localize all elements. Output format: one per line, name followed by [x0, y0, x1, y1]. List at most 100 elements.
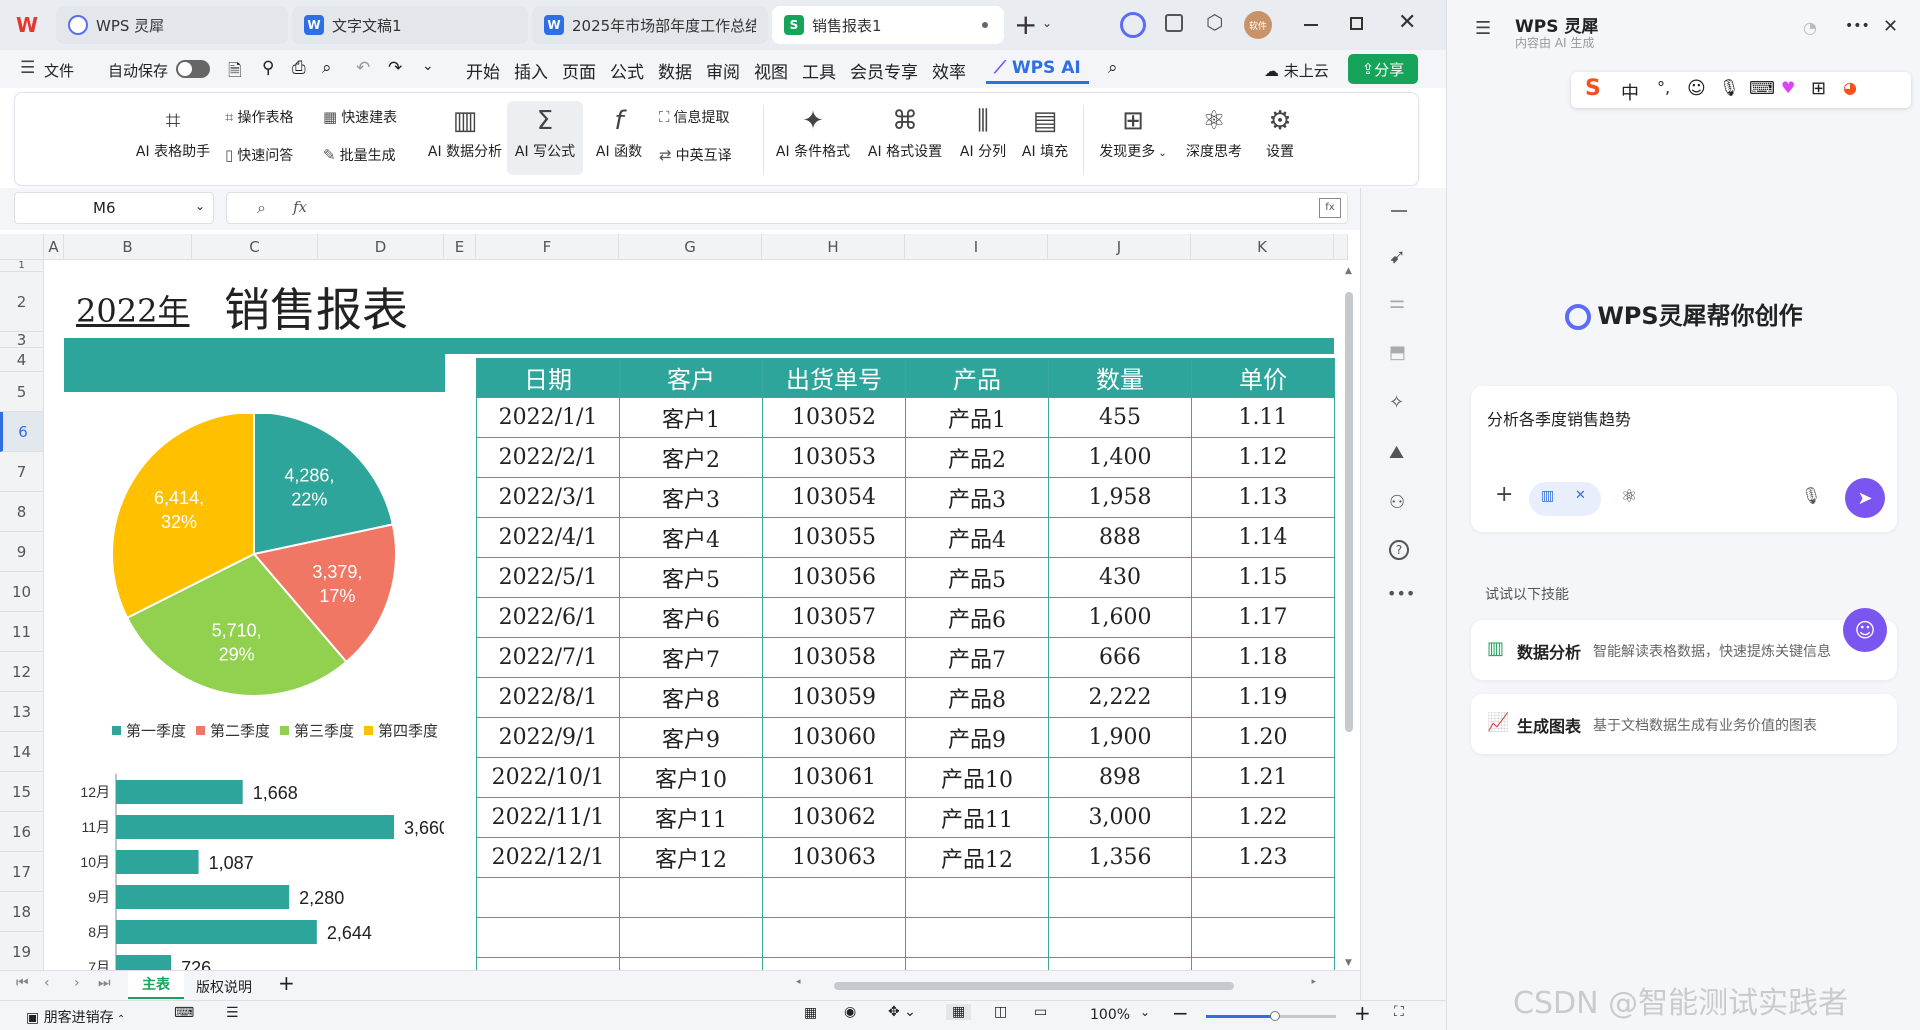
- menu-home[interactable]: 开始: [466, 58, 500, 83]
- ai-write-formula-button[interactable]: Σ AI 写公式: [507, 101, 583, 175]
- collapse-icon[interactable]: [1391, 210, 1407, 212]
- formula-input[interactable]: ⌕ fx fx: [226, 192, 1348, 224]
- report-year[interactable]: 2022年: [76, 286, 189, 332]
- deep-think-icon[interactable]: ⚛: [1621, 486, 1637, 507]
- row-header-17[interactable]: 17: [0, 852, 44, 892]
- menu-view[interactable]: 视图: [754, 58, 788, 83]
- skin-icon[interactable]: ♥: [1781, 78, 1795, 97]
- print-icon[interactable]: ⎙: [292, 58, 306, 78]
- inventory-status[interactable]: ▣ 朋客进销存 ⌃: [26, 1007, 125, 1027]
- last-sheet-icon[interactable]: ⏭: [98, 975, 111, 991]
- table-cell[interactable]: 1.22: [1192, 798, 1335, 838]
- corner-cell[interactable]: [0, 234, 44, 260]
- table-cell[interactable]: 产品2: [906, 438, 1049, 478]
- table-cell[interactable]: 客户1: [620, 398, 763, 438]
- table-cell[interactable]: 产品7: [906, 638, 1049, 678]
- zoom-search-icon[interactable]: ⌕: [257, 198, 266, 218]
- sliders-icon[interactable]: ⚌: [1389, 292, 1405, 313]
- table-cell[interactable]: 103058: [763, 638, 906, 678]
- empty-cell[interactable]: [763, 878, 906, 918]
- menu-tools[interactable]: 工具: [802, 58, 836, 83]
- emoji-icon[interactable]: ☺: [1687, 78, 1706, 99]
- table-cell[interactable]: 产品4: [906, 518, 1049, 558]
- row-header-5[interactable]: 5: [0, 372, 44, 412]
- table-cell[interactable]: 客户9: [620, 718, 763, 758]
- scroll-right-icon[interactable]: ▸: [1311, 977, 1316, 987]
- table-cell[interactable]: 产品9: [906, 718, 1049, 758]
- table-cell[interactable]: 1.12: [1192, 438, 1335, 478]
- empty-cell[interactable]: [1049, 878, 1192, 918]
- table-cell[interactable]: 产品6: [906, 598, 1049, 638]
- fullscreen-icon[interactable]: ⛶: [1394, 1004, 1404, 1020]
- operate-table-button[interactable]: ⌗ 操作表格: [225, 107, 293, 127]
- tab-sales-report[interactable]: S 销售报表1: [772, 6, 1004, 44]
- menu-review[interactable]: 审阅: [706, 58, 740, 83]
- menu-formula[interactable]: 公式: [610, 58, 644, 83]
- table-cell[interactable]: 产品12: [906, 838, 1049, 878]
- empty-cell[interactable]: [906, 958, 1049, 970]
- quick-build-button[interactable]: ▦ 快速建表: [323, 107, 397, 127]
- menu-page[interactable]: 页面: [562, 58, 596, 83]
- table-cell[interactable]: 455: [1049, 398, 1192, 438]
- table-cell[interactable]: 103060: [763, 718, 906, 758]
- table-cell[interactable]: 1,356: [1049, 838, 1192, 878]
- row-header-11[interactable]: 11: [0, 612, 44, 652]
- send-button[interactable]: ➤: [1845, 478, 1885, 518]
- row-header-18[interactable]: 18: [0, 892, 44, 932]
- mascot-icon[interactable]: ◕: [1843, 78, 1857, 97]
- prompt-input[interactable]: 分析各季度销售趋势: [1487, 406, 1631, 430]
- table-cell[interactable]: 1,600: [1049, 598, 1192, 638]
- empty-cell[interactable]: [763, 958, 906, 970]
- table-header-cell[interactable]: 数量: [1049, 358, 1192, 398]
- link-icon[interactable]: ⚲: [262, 58, 274, 78]
- punctuation-icon[interactable]: °,: [1657, 78, 1670, 97]
- sogou-s-icon[interactable]: S: [1585, 76, 1601, 101]
- table-cell[interactable]: 客户6: [620, 598, 763, 638]
- table-cell[interactable]: 2022/2/1: [477, 438, 620, 478]
- table-cell[interactable]: 客户11: [620, 798, 763, 838]
- table-cell[interactable]: 产品10: [906, 758, 1049, 798]
- vertical-scrollbar[interactable]: ▲ ▼: [1344, 266, 1354, 968]
- empty-cell[interactable]: [906, 918, 1049, 958]
- table-cell[interactable]: 2022/4/1: [477, 518, 620, 558]
- col-header-k[interactable]: K: [1191, 234, 1334, 260]
- history-icon[interactable]: ◔: [1803, 18, 1817, 37]
- table-cell[interactable]: 3,000: [1049, 798, 1192, 838]
- ai-fill-button[interactable]: ▤ AI 填充: [1017, 101, 1073, 161]
- data-analysis-chip[interactable]: ▥ ✕: [1529, 482, 1601, 516]
- table-cell[interactable]: 103062: [763, 798, 906, 838]
- table-cell[interactable]: 103055: [763, 518, 906, 558]
- book-icon[interactable]: ⚇: [1389, 492, 1405, 513]
- table-cell[interactable]: 1.19: [1192, 678, 1335, 718]
- skill-data-analysis[interactable]: ▥ 数据分析 智能解读表格数据，快速提炼关键信息: [1471, 620, 1897, 680]
- fx-icon[interactable]: fx: [293, 198, 307, 216]
- more-chevron-icon[interactable]: ⌄: [422, 58, 434, 74]
- menu-file[interactable]: 文件: [44, 60, 74, 81]
- translate-button[interactable]: ⇄ 中英互译: [659, 145, 732, 165]
- panel-close-icon[interactable]: ✕: [1883, 16, 1898, 37]
- preview-icon[interactable]: ⌕: [322, 58, 332, 78]
- chip-remove-icon[interactable]: ✕: [1575, 488, 1586, 503]
- voice-icon[interactable]: 🎙: [1801, 486, 1821, 505]
- table-cell[interactable]: 1.23: [1192, 838, 1335, 878]
- table-style-icon[interactable]: ▦: [804, 1005, 817, 1021]
- table-cell[interactable]: 2022/10/1: [477, 758, 620, 798]
- empty-cell[interactable]: [1192, 878, 1335, 918]
- row-header-12[interactable]: 12: [0, 652, 44, 692]
- row-header-9[interactable]: 9: [0, 532, 44, 572]
- table-cell[interactable]: 产品5: [906, 558, 1049, 598]
- avatar[interactable]: 软件: [1244, 11, 1272, 39]
- col-header-i[interactable]: I: [905, 234, 1048, 260]
- more-icon[interactable]: •••: [1845, 18, 1870, 34]
- row-header-15[interactable]: 15: [0, 772, 44, 812]
- row-header-2[interactable]: 2: [0, 272, 44, 332]
- zoom-out-icon[interactable]: −: [1172, 1001, 1189, 1025]
- search-icon[interactable]: ⌕: [1108, 58, 1118, 78]
- menu-data[interactable]: 数据: [658, 58, 692, 83]
- zoom-slider[interactable]: [1206, 1011, 1336, 1021]
- scroll-up-icon[interactable]: ▲: [1345, 266, 1352, 276]
- table-cell[interactable]: 2022/6/1: [477, 598, 620, 638]
- table-cell[interactable]: 1,958: [1049, 478, 1192, 518]
- report-title[interactable]: 销售报表: [224, 274, 408, 340]
- image-icon[interactable]: ⛰: [1389, 442, 1404, 463]
